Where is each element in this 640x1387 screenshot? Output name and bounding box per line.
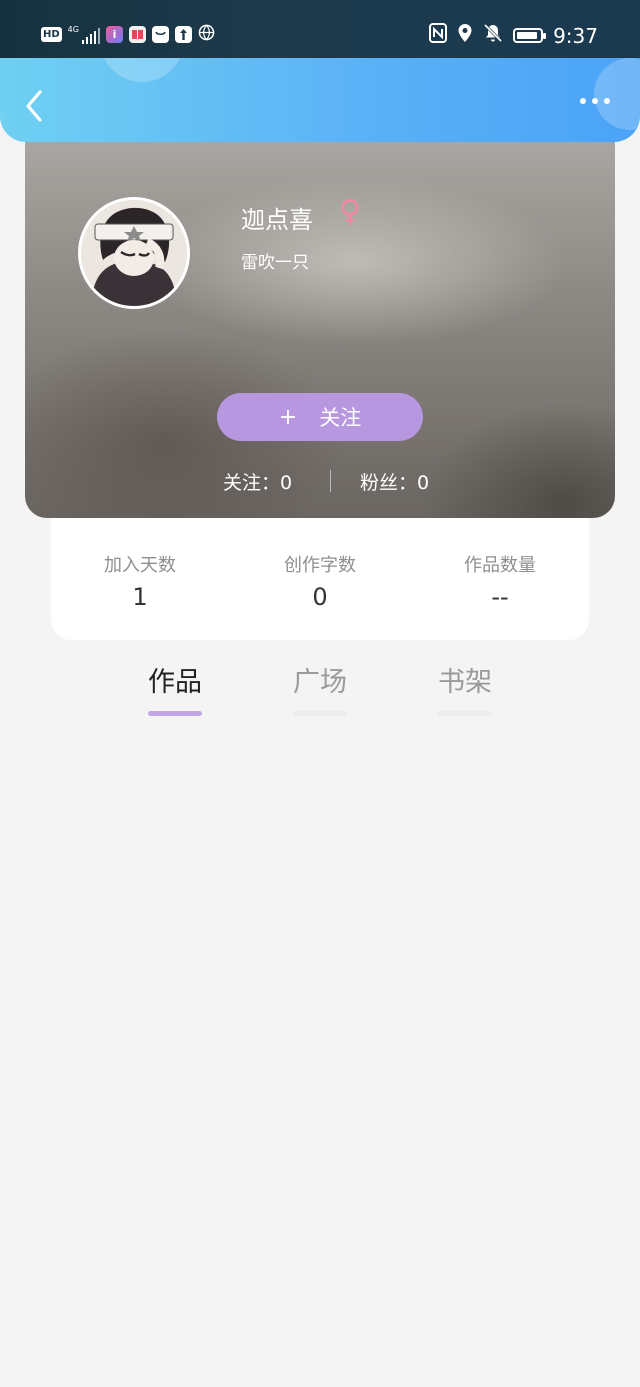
tab-label: 广场	[293, 667, 347, 698]
avatar-image	[81, 200, 187, 306]
globe-icon	[198, 24, 215, 45]
stat-label: 作品数量	[464, 555, 536, 576]
back-button[interactable]	[22, 88, 52, 124]
avatar[interactable]	[78, 197, 190, 309]
top-header	[0, 58, 640, 142]
tab-indicator	[438, 711, 492, 716]
female-gender-icon: ♀	[339, 194, 361, 229]
stat-label: 创作字数	[284, 555, 356, 576]
status-icons-left: HD 4G i	[41, 24, 215, 45]
more-button[interactable]	[580, 98, 610, 104]
chevron-left-icon	[26, 90, 42, 122]
status-icons-right: 9:37	[429, 23, 598, 48]
more-dots-icon	[580, 98, 586, 104]
tab-indicator	[293, 711, 347, 716]
app-notification-icon: i	[105, 26, 123, 43]
network-type: 4G	[67, 24, 79, 34]
book-app-icon	[128, 26, 146, 43]
follow-button[interactable]: + 关注	[217, 393, 423, 441]
stat-label: 加入天数	[104, 555, 176, 576]
tab-works[interactable]: 作品	[130, 660, 220, 716]
clock: 9:37	[553, 23, 598, 48]
battery-icon	[513, 28, 547, 43]
following-count[interactable]: 关注：0	[223, 468, 292, 495]
tab-label: 书架	[438, 667, 492, 698]
plus-icon: +	[278, 404, 298, 430]
stat-value: --	[491, 583, 509, 611]
stats-panel: 加入天数 1 创作字数 0 作品数量 --	[51, 518, 589, 640]
profile-card: 迦点喜 ♀ 雷吹一只 + 关注 关注：0 粉丝：0	[25, 142, 615, 518]
stat-value: 0	[312, 583, 328, 611]
signal-icon: 4G	[67, 24, 100, 44]
content-area	[0, 720, 640, 1387]
store-app-icon	[151, 26, 169, 43]
user-bio: 雷吹一只	[241, 253, 309, 273]
tab-label: 作品	[148, 667, 202, 698]
tab-indicator	[148, 711, 202, 716]
tab-square[interactable]: 广场	[275, 660, 365, 716]
stat-value: 1	[132, 583, 148, 611]
user-name: 迦点喜	[241, 206, 313, 234]
counts-divider	[330, 470, 331, 492]
stat-join-days: 加入天数 1	[70, 551, 210, 611]
mute-bell-icon	[483, 23, 503, 48]
location-icon	[457, 23, 473, 48]
hd-indicator: HD	[41, 27, 62, 42]
tab-bookshelf[interactable]: 书架	[420, 660, 510, 716]
follow-button-label: 关注	[319, 406, 362, 430]
fans-count[interactable]: 粉丝：0	[360, 468, 429, 495]
upload-icon	[174, 26, 192, 43]
nfc-icon	[429, 23, 448, 48]
stat-works-count: 作品数量 --	[430, 551, 570, 611]
stat-word-count: 创作字数 0	[250, 551, 390, 611]
